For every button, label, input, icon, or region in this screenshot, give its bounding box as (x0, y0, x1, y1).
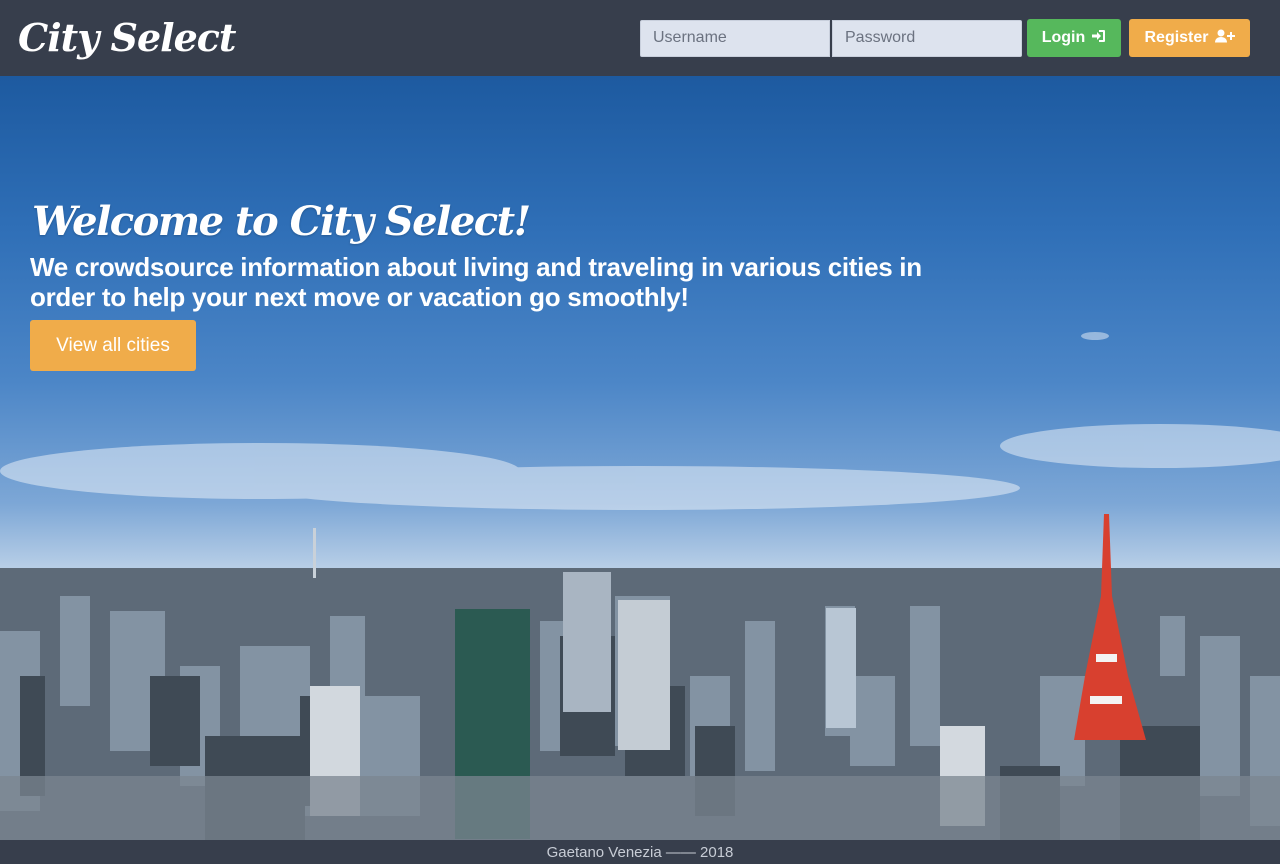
navbar: City Select Login Register (0, 0, 1280, 76)
password-input[interactable] (832, 19, 1022, 57)
register-button[interactable]: Register (1129, 19, 1250, 57)
sign-in-icon (1091, 29, 1106, 48)
login-form: Login Register (640, 19, 1250, 57)
hero-title: Welcome to City Select! (32, 198, 531, 245)
brand-logo[interactable]: City Select (18, 10, 236, 66)
login-button[interactable]: Login (1027, 19, 1121, 57)
username-input[interactable] (640, 19, 830, 57)
view-all-cities-button[interactable]: View all cities (30, 320, 196, 371)
user-plus-icon (1214, 29, 1235, 48)
hero-section: Welcome to City Select! We crowdsource i… (0, 76, 1280, 840)
footer: Gaetano Venezia —— 2018 (0, 840, 1280, 864)
login-label: Login (1041, 29, 1086, 46)
hero-subtitle: We crowdsource information about living … (30, 252, 922, 312)
register-label: Register (1144, 29, 1209, 46)
city-skyline-image (0, 332, 1280, 840)
footer-text: Gaetano Venezia —— 2018 (546, 844, 734, 861)
